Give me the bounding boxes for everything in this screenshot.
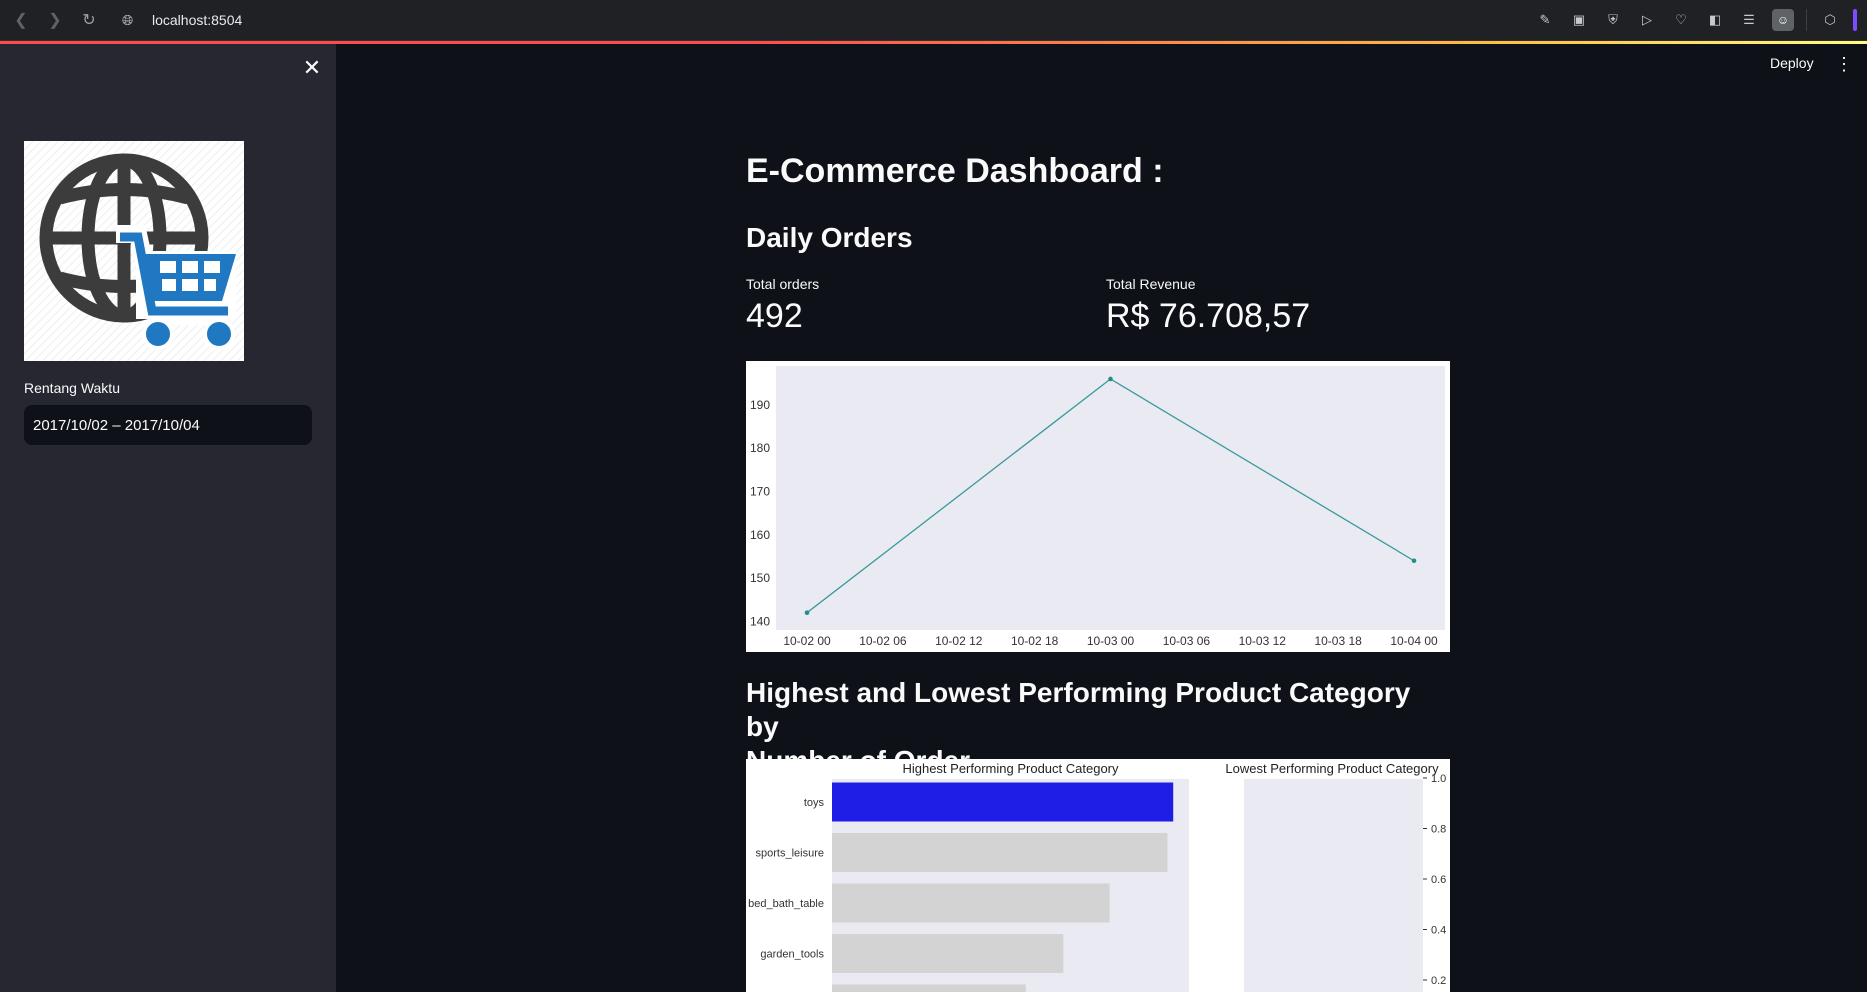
total-orders-value: 492: [746, 297, 803, 335]
y-tick-label: 190: [750, 398, 770, 412]
browser-toolbar: ❮ ❯ ↻ 🌐︎ localhost:8504 ✎ ▣ ⛨ ▷ ♡ ◧ ☰ ☺ …: [0, 0, 1867, 41]
play-icon[interactable]: ▷: [1636, 9, 1658, 31]
x-tick-label: 10-04 00: [1390, 634, 1438, 648]
y-tick-label: 160: [750, 528, 770, 542]
bar: [832, 984, 1026, 992]
shield-icon[interactable]: ⛨: [1602, 9, 1624, 31]
sidebar: ✕ Rentang Waktu 2017/10/02 – 2017/10/04: [0, 44, 336, 992]
deploy-button[interactable]: Deploy: [1770, 55, 1814, 71]
x-tick-label: 10-02 18: [1011, 634, 1059, 648]
x-tick-label: 10-02 00: [783, 634, 831, 648]
x-tick-label: 10-03 18: [1314, 634, 1362, 648]
heart-icon[interactable]: ♡: [1670, 9, 1692, 31]
menu-list-icon[interactable]: ☰: [1738, 9, 1760, 31]
data-point: [804, 610, 810, 615]
category-label: garden_tools: [760, 949, 824, 961]
total-revenue-value: R$ 76.708,57: [1106, 297, 1311, 335]
category-charts: Highest Performing Product Category toys s…: [746, 759, 1450, 992]
toolbar-divider: [1806, 9, 1807, 31]
close-sidebar-icon[interactable]: ✕: [300, 55, 324, 80]
category-label: sports_leisure: [756, 848, 824, 860]
total-revenue-label: Total Revenue: [1106, 276, 1196, 292]
x-tick-label: 10-03 00: [1087, 634, 1135, 648]
line-plot-area: [776, 366, 1445, 630]
date-range-value[interactable]: 2017/10/02 – 2017/10/04: [33, 417, 200, 434]
globe-cart-logo-icon: [24, 141, 244, 361]
total-orders-label: Total orders: [746, 276, 820, 292]
y-tick-label: 180: [750, 441, 770, 455]
y-tick-label: 170: [750, 485, 770, 499]
bar: [832, 883, 1110, 923]
x-tick-label: 10-02 12: [935, 634, 983, 648]
date-range-input[interactable]: 2017/10/02 – 2017/10/04: [24, 405, 312, 445]
sidebar-toggle-icon[interactable]: ◧: [1704, 9, 1726, 31]
bar: [832, 934, 1064, 973]
daily-orders-heading: Daily Orders: [746, 222, 913, 253]
data-point: [1411, 558, 1417, 564]
main-menu-icon[interactable]: ⋮: [1835, 54, 1853, 75]
y-tick-label: 0.4: [1431, 925, 1446, 937]
category-heading-line1: Highest and Lowest Performing Product Ca…: [746, 677, 1411, 742]
bar: [832, 782, 1174, 822]
daily-orders-line-chart: 140 150 160 170 180 190 10-02 00 10-02 06 10-02 …: [750, 366, 1445, 648]
extension-indicator: [1853, 9, 1857, 31]
site-info-icon[interactable]: 🌐︎: [122, 12, 144, 29]
y-tick-label: 0.8: [1431, 824, 1446, 836]
daily-orders-chart: 140 150 160 170 180 190 10-02 00 10-02 06 10-02 …: [746, 361, 1450, 652]
x-tick-label: 10-03 06: [1163, 634, 1211, 648]
extension-cube-icon[interactable]: ⬡: [1819, 9, 1841, 31]
category-label: toys: [804, 797, 825, 809]
url-text[interactable]: localhost:8504: [152, 12, 242, 28]
y-tick-label: 0.6: [1431, 874, 1446, 886]
ecommerce-logo: [24, 141, 244, 361]
category-bar-charts: Highest Performing Product Category toys s…: [748, 761, 1446, 992]
x-tick-label: 10-02 06: [859, 634, 907, 648]
bar: [832, 833, 1168, 872]
address-bar[interactable]: 🌐︎ localhost:8504: [122, 12, 242, 29]
date-range-label: Rentang Waktu: [24, 380, 120, 396]
category-label: bed_bath_table: [748, 898, 824, 910]
back-icon[interactable]: ❮: [4, 3, 38, 37]
page-title: E-Commerce Dashboard :: [746, 152, 1164, 190]
forward-icon[interactable]: ❯: [38, 3, 72, 37]
profile-icon[interactable]: ☺: [1772, 9, 1794, 31]
highest-chart-title: Highest Performing Product Category: [902, 761, 1119, 776]
lowest-chart-title: Lowest Performing Product Category: [1225, 761, 1439, 776]
camera-icon[interactable]: ▣: [1568, 9, 1590, 31]
lowest-plot-area: [1244, 779, 1423, 992]
x-tick-label: 10-03 12: [1239, 634, 1287, 648]
edit-icon[interactable]: ✎: [1534, 9, 1556, 31]
y-tick-label: 0.2: [1431, 975, 1446, 987]
y-tick-label: 140: [750, 614, 770, 628]
y-tick-label: 150: [750, 571, 770, 585]
data-point: [1108, 376, 1113, 382]
y-tick-label: 1.0: [1431, 773, 1446, 785]
reload-icon[interactable]: ↻: [72, 3, 106, 37]
